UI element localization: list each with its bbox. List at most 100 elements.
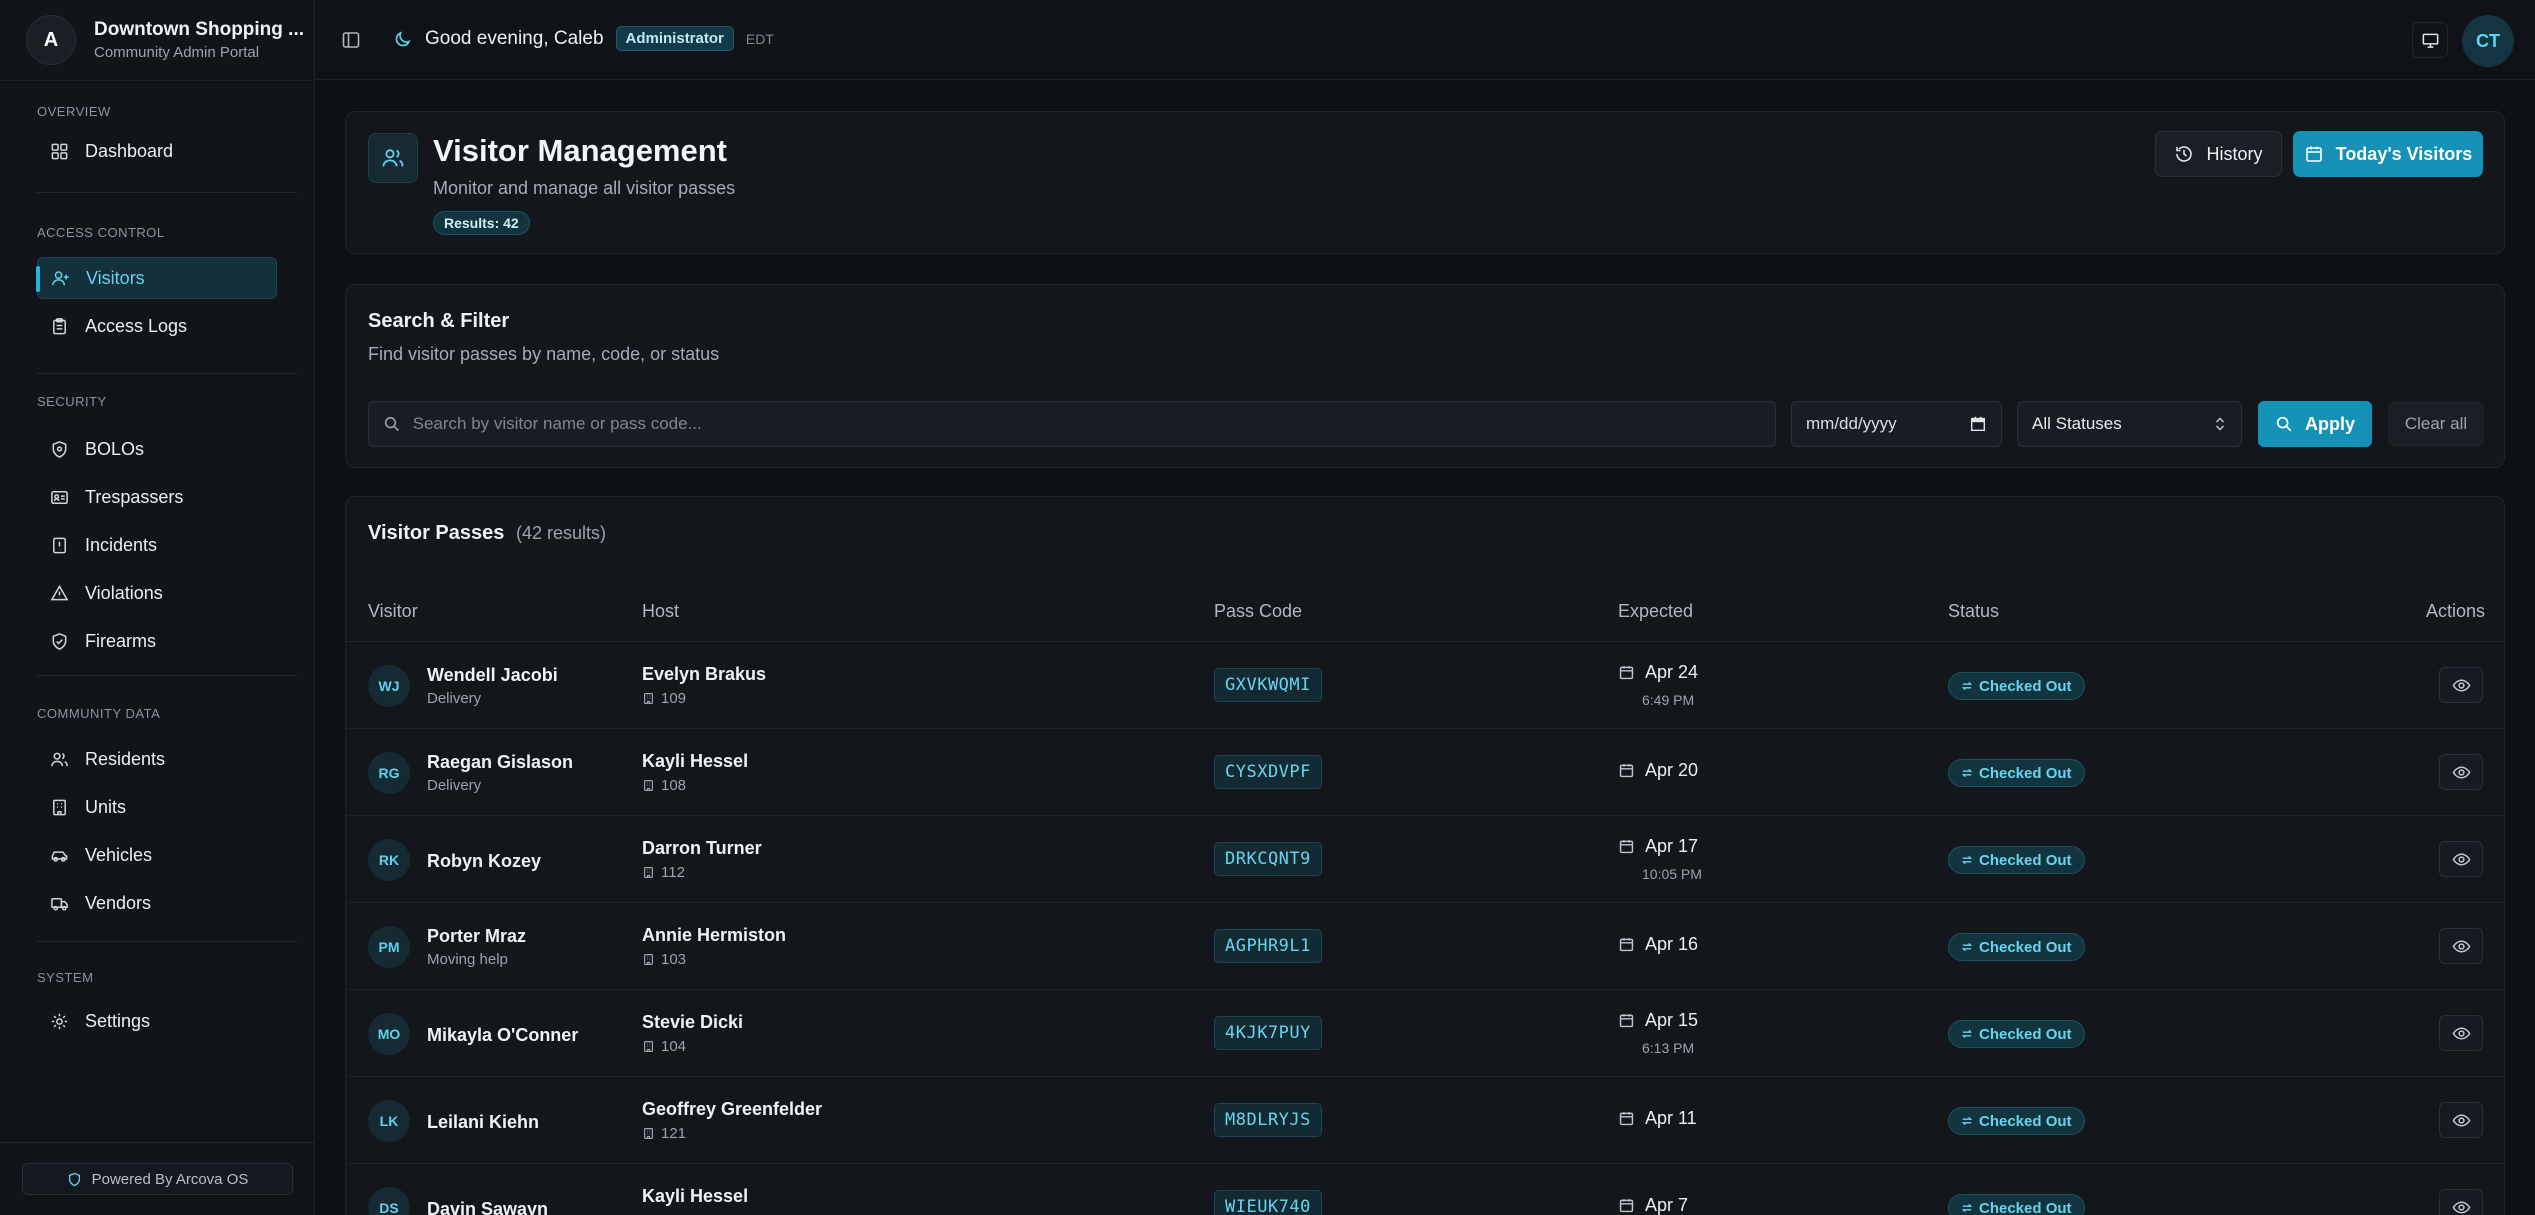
- pass-code[interactable]: WIEUK740: [1214, 1190, 1322, 1215]
- sidebar-item-violations[interactable]: Violations: [37, 572, 277, 614]
- expected-time: 6:49 PM: [1642, 692, 1695, 708]
- expected-date: Apr 15: [1618, 1010, 1698, 1031]
- pass-code[interactable]: GXVKWQMI: [1214, 668, 1322, 702]
- pass-code[interactable]: DRKCQNT9: [1214, 842, 1322, 876]
- table-row[interactable]: RK Robyn Kozey Darron Turner 112 DRKCQNT9 Apr…: [346, 816, 2504, 903]
- sidebar-item-bolos[interactable]: BOLOs: [37, 428, 277, 470]
- powered-by-badge[interactable]: Powered By Arcova OS: [22, 1163, 293, 1195]
- apply-button[interactable]: Apply: [2258, 401, 2372, 447]
- expected-date-text: Apr 15: [1645, 1010, 1699, 1030]
- calendar-icon: [1619, 666, 1634, 680]
- visit-purpose: Moving help: [427, 951, 508, 968]
- view-pass-button[interactable]: [2439, 667, 2483, 703]
- brand[interactable]: A Downtown Shopping ... Community Admin …: [26, 15, 304, 65]
- pass-code[interactable]: AGPHR9L1: [1214, 929, 1322, 963]
- host-unit: 112: [642, 864, 685, 881]
- table-row[interactable]: RG Raegan Gislason Delivery Kayli Hessel 108…: [346, 729, 2504, 816]
- divider: [37, 941, 297, 942]
- nav-section-title: COMMUNITY DATA: [37, 706, 161, 721]
- calendar-icon[interactable]: [1969, 415, 1987, 433]
- column-header-host[interactable]: Host: [642, 601, 679, 622]
- view-pass-button[interactable]: [2439, 841, 2483, 877]
- sidebar-toggle-button[interactable]: [337, 26, 365, 54]
- host-unit: 109: [642, 690, 686, 707]
- visitor-name[interactable]: Raegan Gislason: [427, 752, 573, 773]
- sidebar-item-settings[interactable]: Settings: [37, 1000, 277, 1042]
- visit-purpose: Delivery: [427, 690, 482, 707]
- search-filter-card: Search & Filter Find visitor passes by n…: [345, 284, 2505, 468]
- todays-visitors-label: Today's Visitors: [2335, 143, 2473, 164]
- grid-icon: [51, 143, 68, 159]
- history-button-label: History: [2206, 143, 2263, 164]
- visitor-name[interactable]: Robyn Kozey: [427, 851, 541, 872]
- visitor-name[interactable]: Porter Mraz: [427, 926, 526, 947]
- filter-title: Search & Filter: [368, 310, 510, 332]
- view-pass-button[interactable]: [2439, 928, 2483, 964]
- search-input[interactable]: [412, 414, 1775, 434]
- status-badge: Checked Out: [1948, 1194, 2085, 1215]
- table-row[interactable]: MO Mikayla O'Conner Stevie Dicki 104 4KJK7PU…: [346, 990, 2504, 1077]
- view-pass-button[interactable]: [2439, 754, 2483, 790]
- expected-date-text: Apr 24: [1645, 662, 1699, 682]
- status-badge: Checked Out: [1948, 1107, 2085, 1135]
- todays-visitors-button[interactable]: Today's Visitors: [2293, 131, 2483, 177]
- sidebar-item-dashboard[interactable]: Dashboard: [37, 130, 277, 172]
- column-header-pass-code[interactable]: Pass Code: [1214, 601, 1302, 622]
- table-title-text: Visitor Passes: [368, 522, 505, 544]
- view-pass-button[interactable]: [2439, 1102, 2483, 1138]
- id-card-icon: [51, 490, 68, 504]
- sidebar-item-visitors[interactable]: Visitors: [36, 257, 277, 299]
- divider: [0, 1142, 315, 1143]
- visitor-name[interactable]: Leilani Kiehn: [427, 1112, 539, 1133]
- visitor-name[interactable]: Davin Sawayn: [427, 1199, 548, 1215]
- sidebar-item-units[interactable]: Units: [37, 786, 277, 828]
- sidebar-item-vendors[interactable]: Vendors: [37, 882, 277, 924]
- view-pass-button[interactable]: [2439, 1189, 2483, 1215]
- sidebar-item-residents[interactable]: Residents: [37, 738, 277, 780]
- visitor-name[interactable]: Mikayla O'Conner: [427, 1025, 578, 1046]
- table-row[interactable]: PM Porter Mraz Moving help Annie Hermiston 1…: [346, 903, 2504, 990]
- nav-section-overview: OVERVIEW Dashboard: [0, 100, 315, 172]
- history-button[interactable]: History: [2155, 131, 2282, 177]
- pass-code[interactable]: CYSXDVPF: [1214, 755, 1322, 789]
- sidebar-item-label: Incidents: [85, 534, 158, 555]
- search-field[interactable]: [368, 401, 1776, 447]
- pass-code[interactable]: 4KJK7PUY: [1214, 1016, 1322, 1050]
- clipboard-icon: [53, 317, 66, 334]
- building-icon: [644, 693, 653, 704]
- expected-time: 10:05 PM: [1642, 866, 1702, 882]
- status-text: Checked Out: [1979, 851, 2072, 869]
- topbar: Good evening, Caleb Administrator EDT CT: [315, 0, 2535, 80]
- column-header-visitor[interactable]: Visitor: [368, 601, 418, 622]
- brand-subtitle: Community Admin Portal: [94, 44, 260, 61]
- page-subtitle: Monitor and manage all visitor passes: [433, 178, 736, 198]
- table-row[interactable]: LK Leilani Kiehn Geoffrey Greenfelder 121 M8…: [346, 1077, 2504, 1164]
- date-input[interactable]: mm/dd/yyyy: [1806, 414, 1897, 434]
- column-header-status[interactable]: Status: [1948, 601, 1999, 622]
- status-text: Checked Out: [1979, 938, 2072, 956]
- visitor-name[interactable]: Wendell Jacobi: [427, 665, 558, 686]
- pass-code[interactable]: M8DLRYJS: [1214, 1103, 1322, 1137]
- status-select-value: All Statuses: [2032, 414, 2122, 433]
- display-mode-button[interactable]: [2412, 22, 2448, 58]
- status-select[interactable]: All Statuses: [2017, 401, 2242, 447]
- sidebar-item-vehicles[interactable]: Vehicles: [37, 834, 277, 876]
- sidebar-item-access-logs[interactable]: Access Logs: [37, 305, 277, 347]
- sidebar-item-firearms[interactable]: Firearms: [37, 620, 277, 662]
- sidebar-item-incidents[interactable]: Incidents: [37, 524, 277, 566]
- table-row[interactable]: DSDavin SawaynKayli Hessel108WIEUK740Apr…: [346, 1164, 2504, 1215]
- expected-date-text: Apr 20: [1645, 760, 1699, 780]
- swap-icon: [1961, 1029, 1973, 1039]
- status-text: Checked Out: [1979, 1112, 2072, 1130]
- status-text: Checked Out: [1979, 1025, 2072, 1043]
- sidebar: A Downtown Shopping ... Community Admin …: [0, 0, 315, 1215]
- user-avatar[interactable]: CT: [2462, 15, 2514, 67]
- expected-date: Apr 20: [1618, 760, 1698, 781]
- clear-all-button[interactable]: Clear all: [2388, 401, 2484, 447]
- table-row[interactable]: WJ Wendell Jacobi Delivery Evelyn Brakus 109…: [346, 642, 2504, 729]
- sidebar-item-trespassers[interactable]: Trespassers: [37, 476, 277, 518]
- date-filter[interactable]: mm/dd/yyyy: [1791, 401, 2002, 447]
- view-pass-button[interactable]: [2439, 1015, 2483, 1051]
- column-header-expected[interactable]: Expected: [1618, 601, 1693, 622]
- calendar-icon: [1619, 1014, 1634, 1028]
